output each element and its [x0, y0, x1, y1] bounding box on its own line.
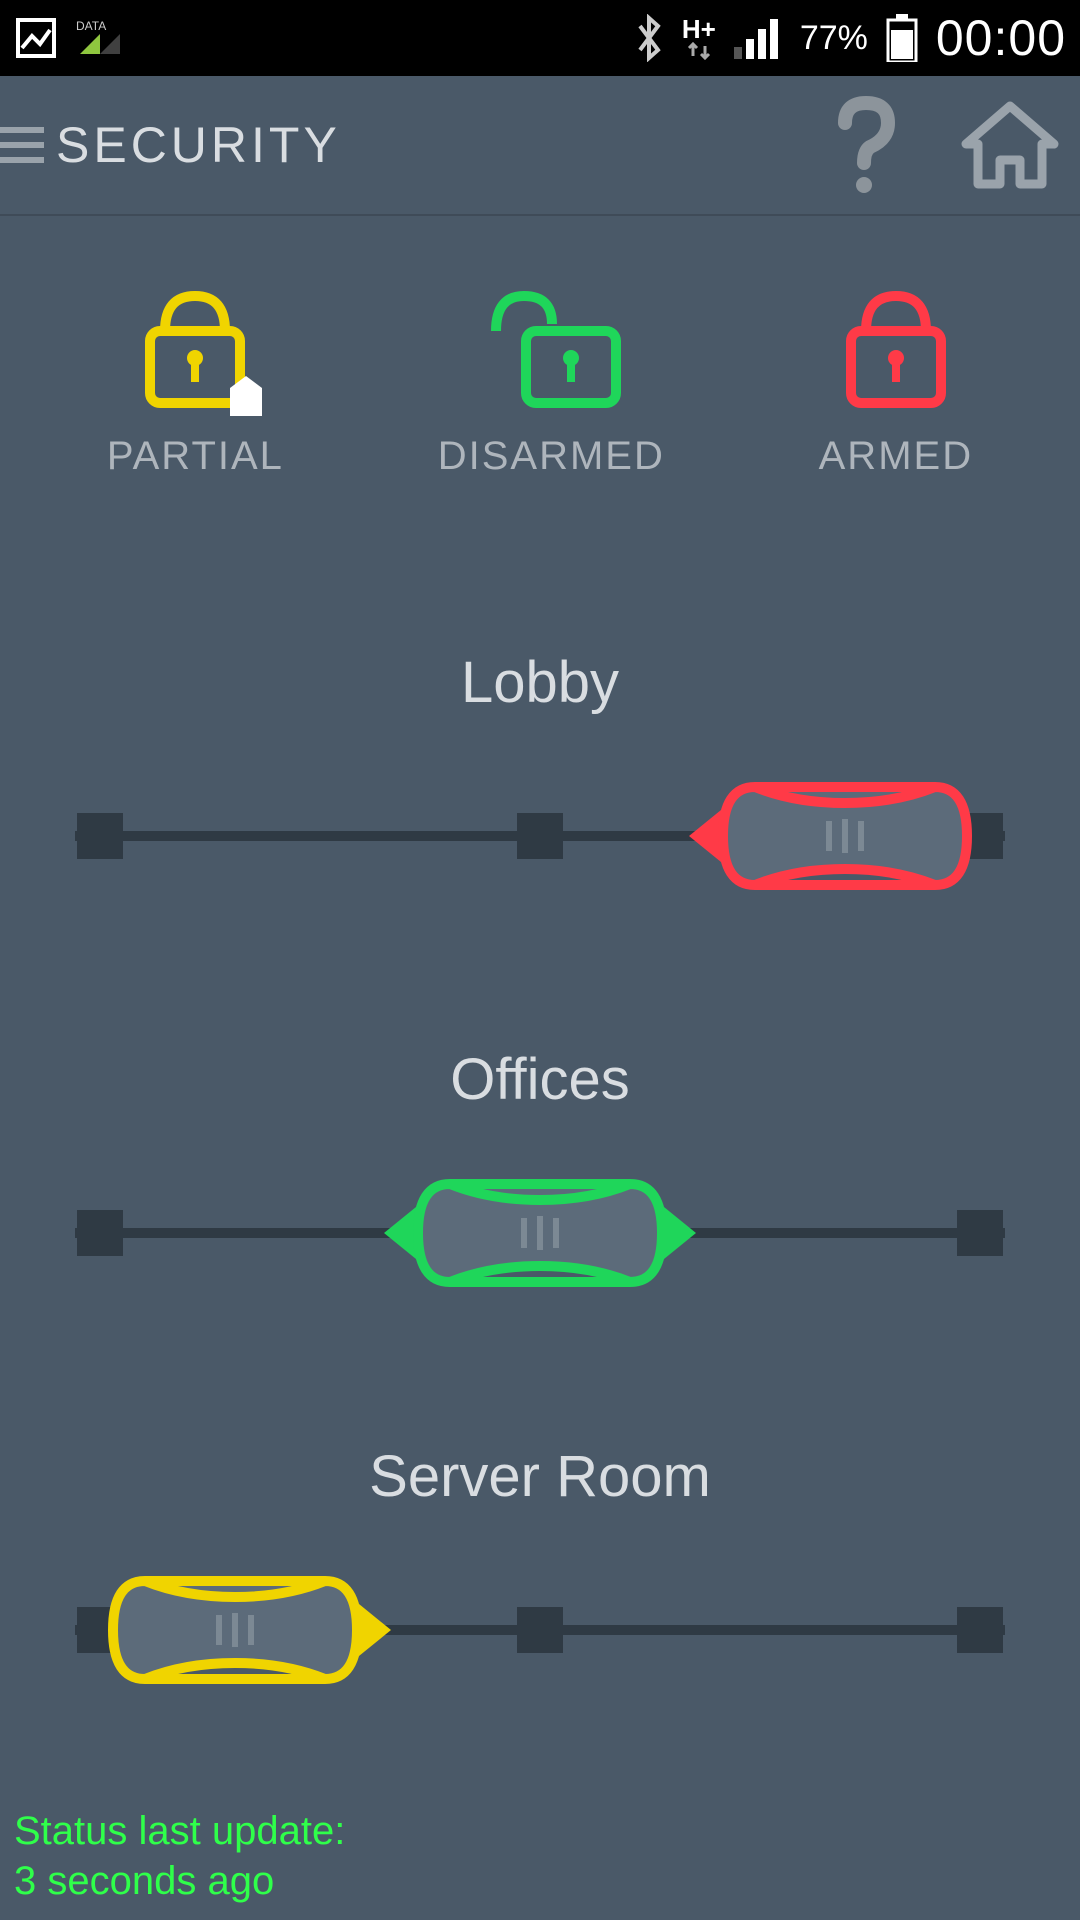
lock-open-icon [466, 276, 636, 416]
menu-icon [0, 125, 44, 165]
zone-name: Server Room [50, 1443, 1030, 1510]
slider-handle[interactable] [105, 1575, 391, 1685]
status-line: Status last update: [14, 1806, 345, 1856]
page-title: SECURITY [56, 116, 341, 174]
network-type-icon: H+ [682, 16, 716, 60]
handle-pill-icon [410, 1178, 670, 1288]
slider-handle[interactable] [384, 1178, 696, 1288]
status-bar: DATA H+ 77% 00:00 [0, 0, 1080, 76]
zones: Lobby Offices [0, 479, 1080, 1690]
lock-partial-icon [120, 276, 270, 416]
mode-disarmed[interactable]: DISARMED [438, 276, 665, 479]
mode-partial-label: PARTIAL [107, 434, 284, 479]
zone-slider[interactable] [50, 1173, 1030, 1293]
slider-tick [517, 1607, 563, 1653]
bluetooth-icon [634, 14, 664, 62]
mode-armed[interactable]: ARMED [819, 276, 973, 479]
zone-slider[interactable] [50, 776, 1030, 896]
slider-tick [957, 1607, 1003, 1653]
lock-closed-icon [821, 276, 971, 416]
zone-offices: Offices [50, 1046, 1030, 1293]
handle-pill-icon [715, 781, 975, 891]
mode-armed-label: ARMED [819, 434, 973, 479]
clock: 00:00 [936, 9, 1066, 67]
handle-pill-icon [105, 1575, 365, 1685]
zone-slider[interactable] [50, 1570, 1030, 1690]
status-line: 3 seconds ago [14, 1856, 345, 1906]
svg-text:DATA: DATA [76, 19, 106, 33]
mode-row: PARTIAL DISARMED ARMED [0, 216, 1080, 479]
home-button[interactable] [960, 100, 1060, 190]
slider-tick [77, 813, 123, 859]
question-icon [830, 95, 900, 195]
zone-name: Offices [50, 1046, 1030, 1113]
slider-tick [77, 1210, 123, 1256]
status-footer: Status last update: 3 seconds ago [14, 1806, 345, 1906]
arrow-right-icon [664, 1207, 696, 1259]
zone-name: Lobby [50, 649, 1030, 716]
zone-server-room: Server Room [50, 1443, 1030, 1690]
battery-icon [886, 14, 918, 62]
zone-lobby: Lobby [50, 649, 1030, 896]
home-icon [960, 100, 1060, 190]
slider-tick [517, 813, 563, 859]
help-button[interactable] [830, 95, 900, 195]
mode-partial[interactable]: PARTIAL [107, 276, 284, 479]
arrow-right-icon [359, 1604, 391, 1656]
data-icon: DATA [76, 18, 126, 58]
signal-icon [734, 17, 782, 59]
slider-handle[interactable] [689, 781, 975, 891]
mode-disarmed-label: DISARMED [438, 434, 665, 479]
app-header: SECURITY [0, 76, 1080, 216]
picture-icon [14, 16, 58, 60]
slider-tick [957, 1210, 1003, 1256]
battery-percent: 77% [800, 19, 868, 58]
menu-button[interactable] [0, 76, 56, 214]
